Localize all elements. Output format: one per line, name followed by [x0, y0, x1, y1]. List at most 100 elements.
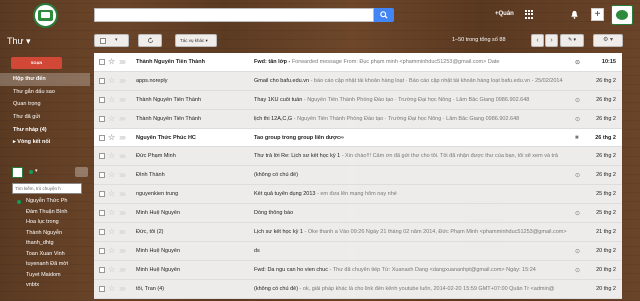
refresh-button[interactable]	[138, 34, 162, 47]
importance-marker-icon[interactable]	[119, 97, 126, 102]
importance-marker-icon[interactable]	[119, 248, 126, 253]
importance-marker-icon[interactable]	[119, 286, 126, 291]
contact-item[interactable]: vnbtx	[0, 280, 90, 291]
row-checkbox[interactable]	[99, 247, 105, 254]
notification-bell-icon[interactable]	[570, 10, 579, 19]
mail-row[interactable]: ☆ Nguyễn Thức Phúc HC Tao group trong grou…	[94, 128, 622, 148]
share-plus-button[interactable]: +	[591, 8, 604, 21]
mail-menu-title[interactable]: Thư ▾	[7, 36, 31, 47]
contact-item[interactable]: Nguyễn Thức Ph	[0, 196, 90, 207]
mail-row[interactable]: ☆ Thành Nguyễn Tiến Thành Thay 1KU cuối tu…	[94, 90, 622, 110]
mail-row[interactable]: ☆ tôi, Tran (4) (không có chủ đề) - ok, gi…	[94, 279, 622, 299]
star-icon[interactable]: ☆	[108, 227, 115, 236]
prev-page-button[interactable]: ‹	[531, 34, 544, 47]
contact-name: thanh_dhtg	[26, 240, 54, 246]
star-icon[interactable]: ☆	[108, 114, 115, 123]
row-checkbox[interactable]	[99, 210, 105, 217]
sidebar-item-drafts[interactable]: Thư nháp (4)	[0, 124, 90, 137]
mail-row[interactable]: ☆ Thành Nguyễn Tiến Thành lịch thi 12A,C,G…	[94, 109, 622, 129]
importance-marker-icon[interactable]	[119, 192, 126, 197]
star-icon[interactable]: ☆	[108, 189, 115, 198]
more-actions-button[interactable]: Tác vụ khác ▾	[175, 34, 217, 47]
row-checkbox[interactable]	[99, 96, 105, 103]
importance-marker-icon[interactable]	[119, 116, 126, 121]
attachment-indicator-icon	[575, 153, 583, 159]
mail-row[interactable]: ☆ Thành Nguyễn Tiến Thành Fwd: tân lớp - F…	[94, 53, 622, 72]
contact-item[interactable]: thanh_dhtg	[0, 238, 90, 249]
contact-item[interactable]: Thành Nguyễn	[0, 228, 90, 239]
chevron-down-icon[interactable]: ▾	[35, 168, 38, 174]
mail-sender: Minh Huệ Nguyễn	[136, 210, 181, 217]
mail-sender: Thành Nguyễn Tiến Thành	[136, 115, 202, 122]
settings-button[interactable]: ⚙ ▾	[593, 34, 623, 47]
importance-marker-icon[interactable]	[119, 230, 126, 235]
contact-item[interactable]: Tuyet Maidom	[0, 270, 90, 281]
sidebar-item-circles[interactable]: ▸ Vòng kết nối	[0, 136, 90, 149]
star-icon[interactable]: ☆	[108, 246, 115, 255]
star-icon[interactable]: ☆	[108, 57, 115, 66]
account-avatar[interactable]	[611, 5, 633, 25]
sidebar-item-inbox[interactable]: Hộp thư đến	[0, 73, 90, 86]
mail-row[interactable]: ☆ Đức, tôi (2) Lịch sư kết học kỳ 1 - Oke …	[94, 223, 622, 242]
mail-row[interactable]: ☆ Đức Phạm Minh Thư trả lời Re: Lịch sư kế…	[94, 147, 622, 167]
mail-row[interactable]: ☆ Minh Huệ Nguyễn ds ⊙ 20 thg 2	[94, 241, 622, 261]
row-checkbox[interactable]	[99, 134, 105, 141]
mail-row[interactable]: ☆ Đình Thành (không có chủ đề) ⊙ 26 thg 2	[94, 166, 622, 186]
mail-row[interactable]: ☆ nguyenkien trung Kết quả tuyển dụng 2013…	[94, 185, 622, 205]
row-checkbox[interactable]	[99, 153, 105, 160]
apps-grid-icon[interactable]	[525, 10, 534, 19]
mail-subject-line: Lịch sư kết học kỳ 1 - Oke thanh a Vào 0…	[254, 229, 574, 235]
row-checkbox[interactable]	[99, 172, 105, 179]
importance-marker-icon[interactable]	[119, 78, 126, 83]
next-page-button[interactable]: ›	[545, 34, 558, 47]
school-logo[interactable]	[33, 3, 58, 28]
row-checkbox[interactable]	[99, 266, 105, 273]
mail-row[interactable]: ☆ apps.noreply Gmail cho bafu.edu.vn - báo…	[94, 71, 622, 91]
mail-date: 20 thg 2	[596, 247, 616, 254]
sidebar-item-important[interactable]: Quan trọng	[0, 98, 90, 111]
sidebar-item-sent[interactable]: Thư đã gửi	[0, 111, 90, 124]
mail-row[interactable]: ☆ Minh Huệ Nguyễn Dòng thông báo ⊙ 25 thg 2	[94, 204, 622, 224]
contact-item[interactable]: Đàm Thuận Bình	[0, 207, 90, 218]
importance-marker-icon[interactable]	[119, 60, 126, 64]
mail-sender: tôi, Tran (4)	[136, 285, 165, 292]
contact-item[interactable]: tuyenanh Đã mời	[0, 259, 90, 270]
row-checkbox[interactable]	[99, 285, 105, 292]
user-name-link[interactable]: +Quân	[495, 11, 514, 17]
star-icon[interactable]: ☆	[108, 76, 115, 85]
chat-avatar[interactable]	[12, 167, 23, 178]
select-checkbox[interactable]	[100, 38, 106, 44]
search-button[interactable]	[374, 8, 394, 22]
star-icon[interactable]: ☆	[108, 170, 115, 179]
row-checkbox[interactable]	[99, 115, 105, 122]
row-checkbox[interactable]	[99, 191, 105, 198]
star-icon[interactable]: ☆	[108, 284, 115, 293]
star-icon[interactable]: ☆	[108, 208, 115, 217]
importance-marker-icon[interactable]	[119, 154, 126, 159]
star-icon[interactable]: ☆	[108, 265, 115, 274]
select-all-button[interactable]: ▾	[94, 34, 129, 47]
row-checkbox[interactable]	[99, 77, 105, 84]
row-checkbox[interactable]	[99, 59, 105, 65]
mail-row[interactable]: ☆ Minh Huệ Nguyễn Fwd: Da ngu can ho vien …	[94, 260, 622, 280]
chat-search-input[interactable]: Tìm kiếm, trò chuyện h	[12, 183, 82, 194]
sidebar-item-starred[interactable]: Thư gắn dấu sao	[0, 86, 90, 99]
importance-marker-icon[interactable]	[119, 135, 126, 140]
mail-subject: Gmail cho bafu.edu.vn	[254, 77, 310, 84]
search-input[interactable]	[94, 8, 374, 22]
input-tools-button[interactable]: ✎ ▾	[560, 34, 584, 47]
star-icon[interactable]: ☆	[108, 133, 115, 142]
contact-item[interactable]: Toan Xuan Vinh	[0, 249, 90, 260]
importance-marker-icon[interactable]	[119, 173, 126, 178]
contact-item[interactable]: Hoa lục trong	[0, 217, 90, 228]
mail-subject: Thư trả lời Re: Lịch sư kết học kỳ 1	[254, 153, 341, 160]
importance-marker-icon[interactable]	[119, 267, 126, 272]
video-call-icon[interactable]	[75, 167, 88, 177]
star-icon[interactable]: ☆	[108, 151, 115, 160]
row-checkbox[interactable]	[99, 229, 105, 236]
importance-marker-icon[interactable]	[119, 211, 126, 216]
contact-name: Hoa lục trong	[26, 219, 59, 225]
mail-subject: lịch thi 12A,C,G	[254, 115, 293, 122]
compose-button[interactable]: SOẠN	[11, 57, 62, 69]
star-icon[interactable]: ☆	[108, 95, 115, 104]
